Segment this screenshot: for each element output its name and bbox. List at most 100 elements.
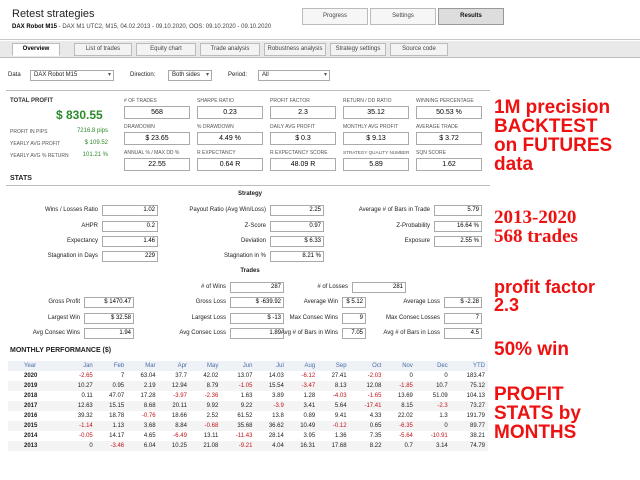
total-profit-label: TOTAL PROFIT: [10, 98, 53, 104]
month-cell: 8.79: [189, 381, 222, 391]
metric-label: STRATEGY QUALITY NUMBER: [343, 150, 410, 155]
direction-select[interactable]: Both sides: [168, 70, 212, 81]
tab-settings[interactable]: Settings: [370, 8, 436, 25]
table-row: 2019 10.27 0.95 2.19 12.94 8.79 -1.05 15.54 -3.4…: [8, 381, 488, 391]
annotation-backtest: 1M precision BACKTEST on FUTURES data: [494, 98, 612, 174]
month-cell: -17.41: [349, 401, 385, 411]
month-cell: 9.41: [334, 413, 347, 419]
metric-label: R EXPECTANCY: [197, 150, 236, 156]
metric-value: 5.89: [343, 158, 409, 171]
subtab-equity-chart[interactable]: Equity chart: [136, 43, 196, 56]
metric-value: 50.53 %: [416, 106, 482, 119]
stat-value: 2.25: [270, 205, 324, 216]
month-cell: 9.22: [221, 401, 256, 411]
annotation-line: 50% win: [494, 339, 569, 360]
month-cell: 12.94: [158, 381, 190, 391]
monthly-title: MONTHLY PERFORMANCE ($): [10, 347, 112, 354]
month-cell: -3.9: [255, 401, 287, 411]
trade-stat-label: Gross Profit: [48, 299, 80, 305]
stats-title: STATS: [10, 175, 32, 182]
annotation-line: 2013-2020: [494, 207, 577, 228]
yearly-avg-profit-value: $ 109.52: [84, 140, 108, 146]
table-row: 2013 0 -3.46 6.04 10.25 21.08 -9.21 4.04 16.31 17…: [8, 441, 488, 451]
metric-label: ANNUAL % / Max DD %: [124, 150, 180, 156]
month-cell: 42.02: [203, 373, 219, 379]
month-cell: 3.89: [272, 393, 284, 399]
month-cell: 1.13: [95, 421, 128, 431]
month-cell: 8.13: [318, 381, 350, 391]
month-cell: 27.41: [331, 373, 347, 379]
month-cell: 10.27: [64, 381, 96, 391]
metric-value: 48.09 R: [270, 158, 336, 171]
month-cell: 9.92: [189, 401, 222, 411]
month-cell: 10.7: [415, 381, 451, 391]
metric-label: R EXPECTANCY SCORE: [270, 150, 328, 156]
month-cell: 13.11: [203, 433, 219, 439]
column-header-month: Nov: [384, 361, 416, 371]
column-header-month: Mar: [127, 361, 159, 371]
tab-results[interactable]: Results: [438, 8, 504, 25]
profit-in-pips-label: PROFIT IN PIPS: [10, 129, 48, 135]
month-cell: 0: [444, 373, 448, 379]
ytd-cell: 75.12: [450, 381, 488, 391]
trade-stat-label: Max Consec Wins: [289, 315, 338, 321]
trade-stat-value: $ 1470.47: [84, 297, 134, 308]
year-cell: 2020: [24, 373, 38, 379]
column-header-month: Dec: [415, 361, 451, 371]
metric-label: DAILY AVG PROFIT: [270, 124, 316, 130]
metric-label: SQN SCORE: [416, 150, 447, 156]
num-losses-value: 281: [352, 282, 406, 293]
month-cell: -0.12: [318, 421, 350, 431]
month-cell: 5.64: [318, 401, 350, 411]
column-header-month: Sep: [318, 361, 350, 371]
column-header-month: Jan: [64, 361, 96, 371]
month-cell: -2.03: [367, 373, 382, 379]
trade-stat-label: Gross Loss: [195, 299, 226, 305]
subtab-strategy-settings[interactable]: Strategy settings: [330, 43, 386, 56]
period-label: Period:: [228, 72, 248, 78]
metric-label: % DRAWDOWN: [197, 124, 234, 130]
month-cell: -4.03: [332, 393, 347, 399]
month-cell: -0.05: [79, 433, 93, 439]
month-cell: 10.49: [286, 421, 319, 431]
month-cell: 51.09: [432, 393, 448, 399]
month-cell: -3.47: [286, 381, 319, 391]
annotation-monthly-stats: PROFIT STATS by MONTHS: [494, 385, 581, 442]
profit-in-pips-value: 7216.8 pips: [76, 128, 108, 134]
metric-label: DRAWDOWN: [124, 124, 155, 130]
metric-value: 0.64 R: [197, 158, 263, 171]
subtab-robustness-analysis[interactable]: Robustness analysis: [264, 43, 326, 56]
annotation-line: 2.3: [494, 295, 520, 315]
subtab-source-code[interactable]: Source code: [390, 43, 448, 56]
subtab-trade-analysis[interactable]: Trade analysis: [200, 43, 260, 56]
month-cell: 0: [415, 421, 451, 431]
month-cell: -9.21: [221, 441, 256, 451]
period-select[interactable]: All: [258, 70, 330, 81]
month-cell: 0.7: [384, 441, 416, 451]
month-cell: 22.02: [397, 413, 413, 419]
data-select[interactable]: DAX Robot M15: [30, 70, 114, 81]
ytd-cell: 89.77: [450, 421, 488, 431]
column-header-month: Jun: [221, 361, 256, 371]
month-cell: 14.17: [109, 433, 125, 439]
stat-label: Exposure: [404, 238, 430, 244]
month-cell: 1.3: [439, 413, 448, 419]
trade-stat-value: 1.94: [84, 328, 134, 339]
annotation-line: on FUTURES: [494, 135, 613, 156]
month-cell: 3.95: [303, 433, 316, 439]
window-subtitle: DAX Robot M15 - DAX M1 UTC2, M15, 04.02.…: [12, 24, 271, 30]
year-cell: 2018: [24, 393, 38, 399]
column-header-month: YTD: [450, 361, 488, 371]
trade-stat-label: Average Win: [303, 299, 338, 305]
month-cell: 15.15: [95, 401, 128, 411]
month-cell: 13.07: [237, 373, 253, 379]
tab-progress[interactable]: Progress: [302, 8, 368, 25]
subtab-list-of-trades[interactable]: List of trades: [74, 43, 132, 56]
trade-stat-label: Avg Consec Loss: [179, 330, 226, 336]
month-cell: 1.36: [334, 433, 347, 439]
subtab-overview[interactable]: Overview: [12, 43, 60, 56]
metric-label: WINNING PERCENTAGE: [416, 98, 474, 104]
subtab-bar: Overview List of trades Equity chart Tra…: [0, 41, 640, 58]
stat-value: 5.79: [434, 205, 482, 216]
monthly-header-row: Year Jan Feb Mar Apr May Jun Jul Aug Sep Oct Nov Dec…: [8, 361, 488, 371]
